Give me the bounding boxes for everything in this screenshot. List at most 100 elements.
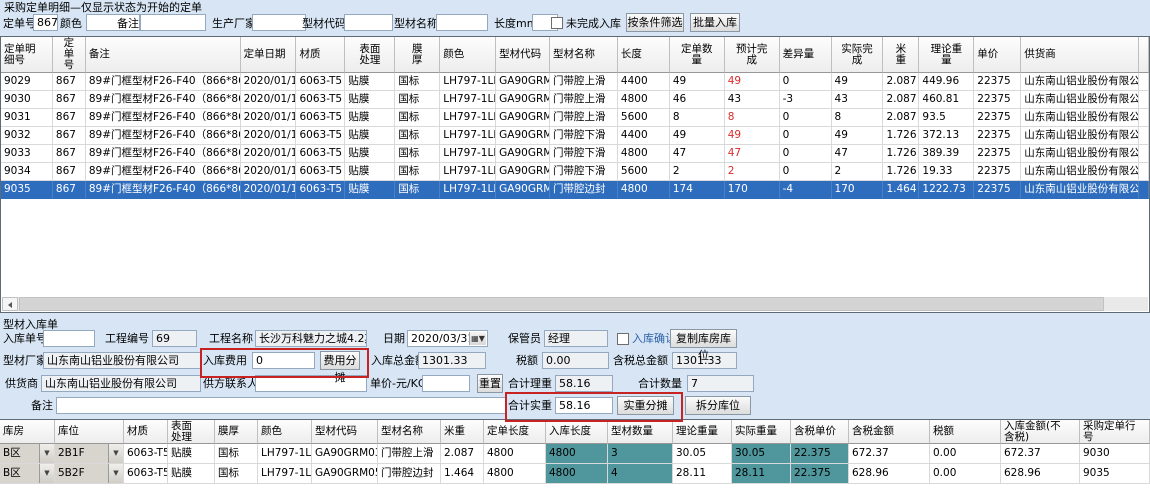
column-header[interactable]: 型材代码 — [312, 420, 378, 444]
column-header[interactable]: 膜 厚 — [395, 37, 440, 73]
column-header[interactable]: 型材代码 — [496, 37, 550, 73]
table-cell — [1139, 91, 1149, 109]
inbound-fee-field[interactable]: 0 — [252, 352, 315, 369]
table-row[interactable]: 902986789#门框型材F26-F40（866*867）2020/01/13… — [1, 73, 1149, 91]
table-cell: 2.087 — [883, 91, 919, 109]
supplier-field[interactable]: 山东南山铝业股份有限公司 — [41, 375, 201, 392]
total-qty-field[interactable]: 7 — [687, 375, 754, 392]
column-header[interactable]: 表面 处理 — [345, 37, 395, 73]
horizontal-scrollbar[interactable] — [2, 297, 1148, 311]
column-header[interactable]: 实际重量 — [732, 420, 791, 444]
column-header[interactable]: 含税金额 — [849, 420, 930, 444]
unfinished-checkbox[interactable] — [551, 17, 563, 29]
column-header[interactable]: 表面 处理 — [168, 420, 215, 444]
column-header[interactable]: 入库长度 — [546, 420, 608, 444]
column-header[interactable]: 单价 — [974, 37, 1021, 73]
table-cell: LH797-1LL0 — [440, 145, 496, 163]
filter-by-condition-button[interactable]: 按条件筛选 — [626, 13, 684, 32]
tax-total-label: 含税总金额 — [610, 354, 668, 368]
table-cell: 国标 — [395, 73, 440, 91]
column-header[interactable]: 定单明 细号 — [1, 37, 53, 73]
column-header[interactable]: 颜色 — [258, 420, 312, 444]
confirm-checkbox[interactable] — [617, 333, 629, 345]
table-row[interactable]: B区▼5B2F▼6063-T5贴膜国标LH797-1LL0GA90GRM05门带… — [0, 464, 1150, 484]
column-header[interactable]: 米 重 — [883, 37, 919, 73]
table-row[interactable]: 903086789#门框型材F26-F40（866*867）2020/01/13… — [1, 91, 1149, 109]
calendar-dropdown-icon[interactable]: ▦▼ — [469, 332, 486, 345]
column-header[interactable]: 型材名称 — [378, 420, 441, 444]
date-field[interactable]: 2020/03/31▦▼ — [407, 330, 488, 347]
column-header[interactable]: 理论重量 — [673, 420, 732, 444]
unit-price-field[interactable] — [422, 375, 470, 392]
scroll-left-icon[interactable] — [2, 297, 18, 311]
inbound-total-field[interactable]: 1301.33 — [418, 352, 486, 369]
table-cell: 国标 — [395, 127, 440, 145]
column-header[interactable]: 库房 — [0, 420, 55, 444]
column-header[interactable]: 实际完 成 — [832, 37, 884, 73]
column-header[interactable]: 库位 — [55, 420, 124, 444]
table-cell: 672.37 — [849, 444, 930, 464]
column-header[interactable]: 含税单价 — [791, 420, 849, 444]
table-row[interactable]: 903586789#门框型材F26-F40（866*867）2020/01/13… — [1, 181, 1149, 199]
table-row[interactable]: 903386789#门框型材F26-F40（866*867）2020/01/13… — [1, 145, 1149, 163]
manufacturer-input[interactable] — [252, 14, 306, 31]
column-header[interactable] — [1139, 37, 1149, 73]
column-header[interactable]: 税额 — [930, 420, 1001, 444]
table-row[interactable]: B区▼2B1F▼6063-T5贴膜国标LH797-1LL0GA90GRM03门带… — [0, 444, 1150, 464]
column-header[interactable]: 定单日期 — [241, 37, 297, 73]
column-header[interactable]: 材质 — [124, 420, 168, 444]
batch-inbound-button[interactable]: 批量入库 — [690, 13, 740, 32]
column-header[interactable]: 备注 — [86, 37, 241, 73]
split-location-button[interactable]: 拆分库位 — [685, 396, 751, 415]
remark-field[interactable] — [56, 397, 506, 414]
total-actual-weight-field[interactable]: 58.16 — [555, 397, 613, 414]
column-header[interactable]: 定单数 量 — [670, 37, 725, 73]
column-header[interactable]: 入库金额(不 含税) — [1001, 420, 1080, 444]
column-header[interactable]: 长度 — [618, 37, 670, 73]
column-header[interactable]: 理论重 量 — [919, 37, 974, 73]
profile-code-input[interactable] — [344, 14, 393, 31]
remark-input[interactable] — [140, 14, 206, 31]
table-row[interactable]: 903186789#门框型材F26-F40（866*867）2020/01/13… — [1, 109, 1149, 127]
inbound-no-field[interactable] — [43, 330, 95, 347]
fee-share-button[interactable]: 费用分摊 — [320, 351, 360, 370]
table-row[interactable]: 903286789#门框型材F26-F40（866*867）2020/01/13… — [1, 127, 1149, 145]
chevron-down-icon[interactable]: ▼ — [39, 464, 54, 483]
warehouse-combo[interactable]: B区▼ — [0, 444, 55, 464]
column-header[interactable]: 型材名称 — [550, 37, 618, 73]
profile-name-input[interactable] — [436, 14, 488, 31]
actual-share-button[interactable]: 实重分摊 — [617, 396, 674, 415]
location-combo[interactable]: 5B2F▼ — [55, 464, 124, 484]
reset-button[interactable]: 重置 — [477, 374, 503, 393]
column-header[interactable]: 采购定单行 号 — [1080, 420, 1150, 444]
tax-field[interactable]: 0.00 — [542, 352, 609, 369]
column-header[interactable]: 定单长度 — [484, 420, 546, 444]
chevron-down-icon[interactable]: ▼ — [108, 464, 123, 483]
order-no-input[interactable]: 867 — [33, 14, 58, 31]
warehouse-combo[interactable]: B区▼ — [0, 464, 55, 484]
chevron-down-icon[interactable]: ▼ — [108, 444, 123, 463]
project-no-field[interactable]: 69 — [152, 330, 197, 347]
column-header[interactable]: 颜色 — [440, 37, 496, 73]
chevron-down-icon[interactable]: ▼ — [39, 444, 54, 463]
scrollbar-thumb[interactable] — [19, 297, 1104, 311]
column-header[interactable]: 材质 — [296, 37, 345, 73]
column-header[interactable]: 米重 — [441, 420, 484, 444]
total-theory-weight-field[interactable]: 58.16 — [555, 375, 613, 392]
table-cell: 山东南山铝业股份有限公司 — [1021, 181, 1139, 199]
keeper-field[interactable]: 经理 — [544, 330, 608, 347]
copy-location-button[interactable]: 复制库房库位 — [670, 329, 737, 348]
project-name-field[interactable]: 长沙万科魅力之城4.2期 — [255, 330, 367, 347]
manufacturer-field[interactable]: 山东南山铝业股份有限公司 — [43, 352, 201, 369]
column-header[interactable]: 供货商 — [1021, 37, 1139, 73]
column-header[interactable]: 预计完 成 — [725, 37, 780, 73]
column-header[interactable]: 定 单 号 — [53, 37, 86, 73]
column-header[interactable]: 差异量 — [780, 37, 832, 73]
table-row[interactable]: 903486789#门框型材F26-F40（866*867）2020/01/13… — [1, 163, 1149, 181]
column-header[interactable]: 膜厚 — [215, 420, 258, 444]
table-cell: 2.087 — [441, 444, 484, 464]
location-combo[interactable]: 2B1F▼ — [55, 444, 124, 464]
column-header[interactable]: 型材数量 — [608, 420, 673, 444]
supplier-contact-field[interactable] — [255, 375, 367, 392]
date-label: 日期 — [383, 332, 405, 346]
